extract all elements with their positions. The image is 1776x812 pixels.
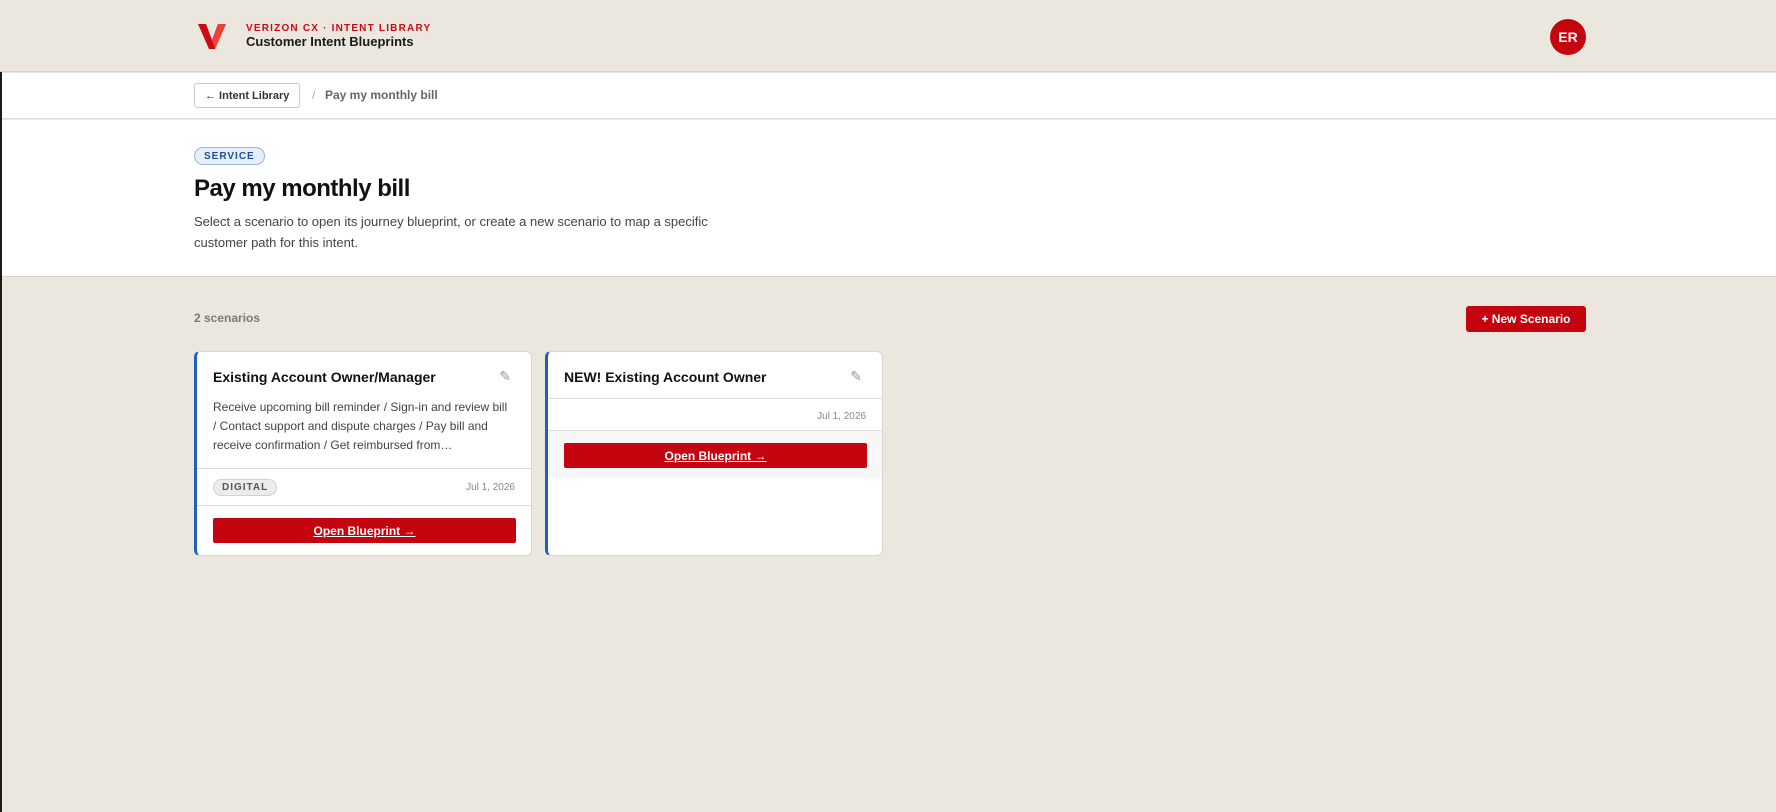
scenario-date: Jul 1, 2026 xyxy=(466,482,515,493)
scenario-card[interactable]: NEW! Existing Account Owner ✎ Jul 1, 202… xyxy=(545,351,883,556)
category-badge: SERVICE xyxy=(194,147,265,165)
breadcrumb-separator: / xyxy=(312,88,316,102)
page-title: Pay my monthly bill xyxy=(194,175,410,202)
scenario-card[interactable]: Existing Account Owner/Manager ✎ Receive… xyxy=(194,351,532,556)
verizon-logo-icon[interactable] xyxy=(196,20,228,52)
breadcrumb: ← Intent Library / Pay my monthly bill xyxy=(2,73,1776,119)
app-title: Customer Intent Blueprints xyxy=(246,34,414,49)
scenario-date: Jul 1, 2026 xyxy=(817,411,866,422)
pencil-icon[interactable]: ✎ xyxy=(499,368,511,385)
scenario-title: NEW! Existing Account Owner xyxy=(564,369,767,385)
channel-tag: DIGITAL xyxy=(213,479,278,496)
app-header: VERIZON CX · INTENT LIBRARY Customer Int… xyxy=(0,0,1776,72)
scenario-count: 2 scenarios xyxy=(194,311,261,325)
open-blueprint-button[interactable]: Open Blueprint → xyxy=(213,518,516,543)
back-to-intent-library-button[interactable]: ← Intent Library xyxy=(194,83,301,108)
card-divider xyxy=(197,468,531,469)
card-divider xyxy=(548,398,882,399)
scenario-title: Existing Account Owner/Manager xyxy=(213,369,436,385)
card-divider xyxy=(197,505,531,506)
open-blueprint-button[interactable]: Open Blueprint → xyxy=(564,443,867,468)
intent-hero: SERVICE Pay my monthly bill Select a sce… xyxy=(2,120,1776,277)
scenario-description: Receive upcoming bill reminder / Sign-in… xyxy=(213,400,508,452)
breadcrumb-current: Pay my monthly bill xyxy=(325,88,438,102)
pencil-icon[interactable]: ✎ xyxy=(850,368,862,385)
page-description: Select a scenario to open its journey bl… xyxy=(194,214,708,250)
new-scenario-button[interactable]: + New Scenario xyxy=(1466,306,1586,332)
user-avatar[interactable]: ER xyxy=(1550,19,1586,55)
brand-kicker: VERIZON CX · INTENT LIBRARY xyxy=(246,23,432,34)
